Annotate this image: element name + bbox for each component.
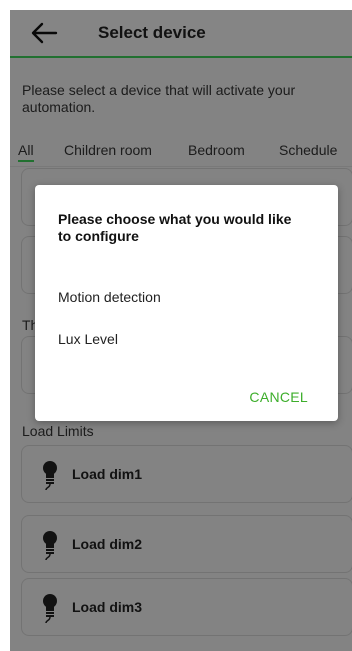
option-motion-detection[interactable]: Motion detection — [58, 289, 161, 305]
configure-dialog: Please choose what you would like to con… — [35, 185, 338, 421]
dialog-title: Please choose what you would like to con… — [58, 211, 292, 244]
cancel-button[interactable]: CANCEL — [249, 389, 308, 405]
option-lux-level[interactable]: Lux Level — [58, 331, 118, 347]
screen: Select device Please select a device tha… — [10, 10, 352, 651]
